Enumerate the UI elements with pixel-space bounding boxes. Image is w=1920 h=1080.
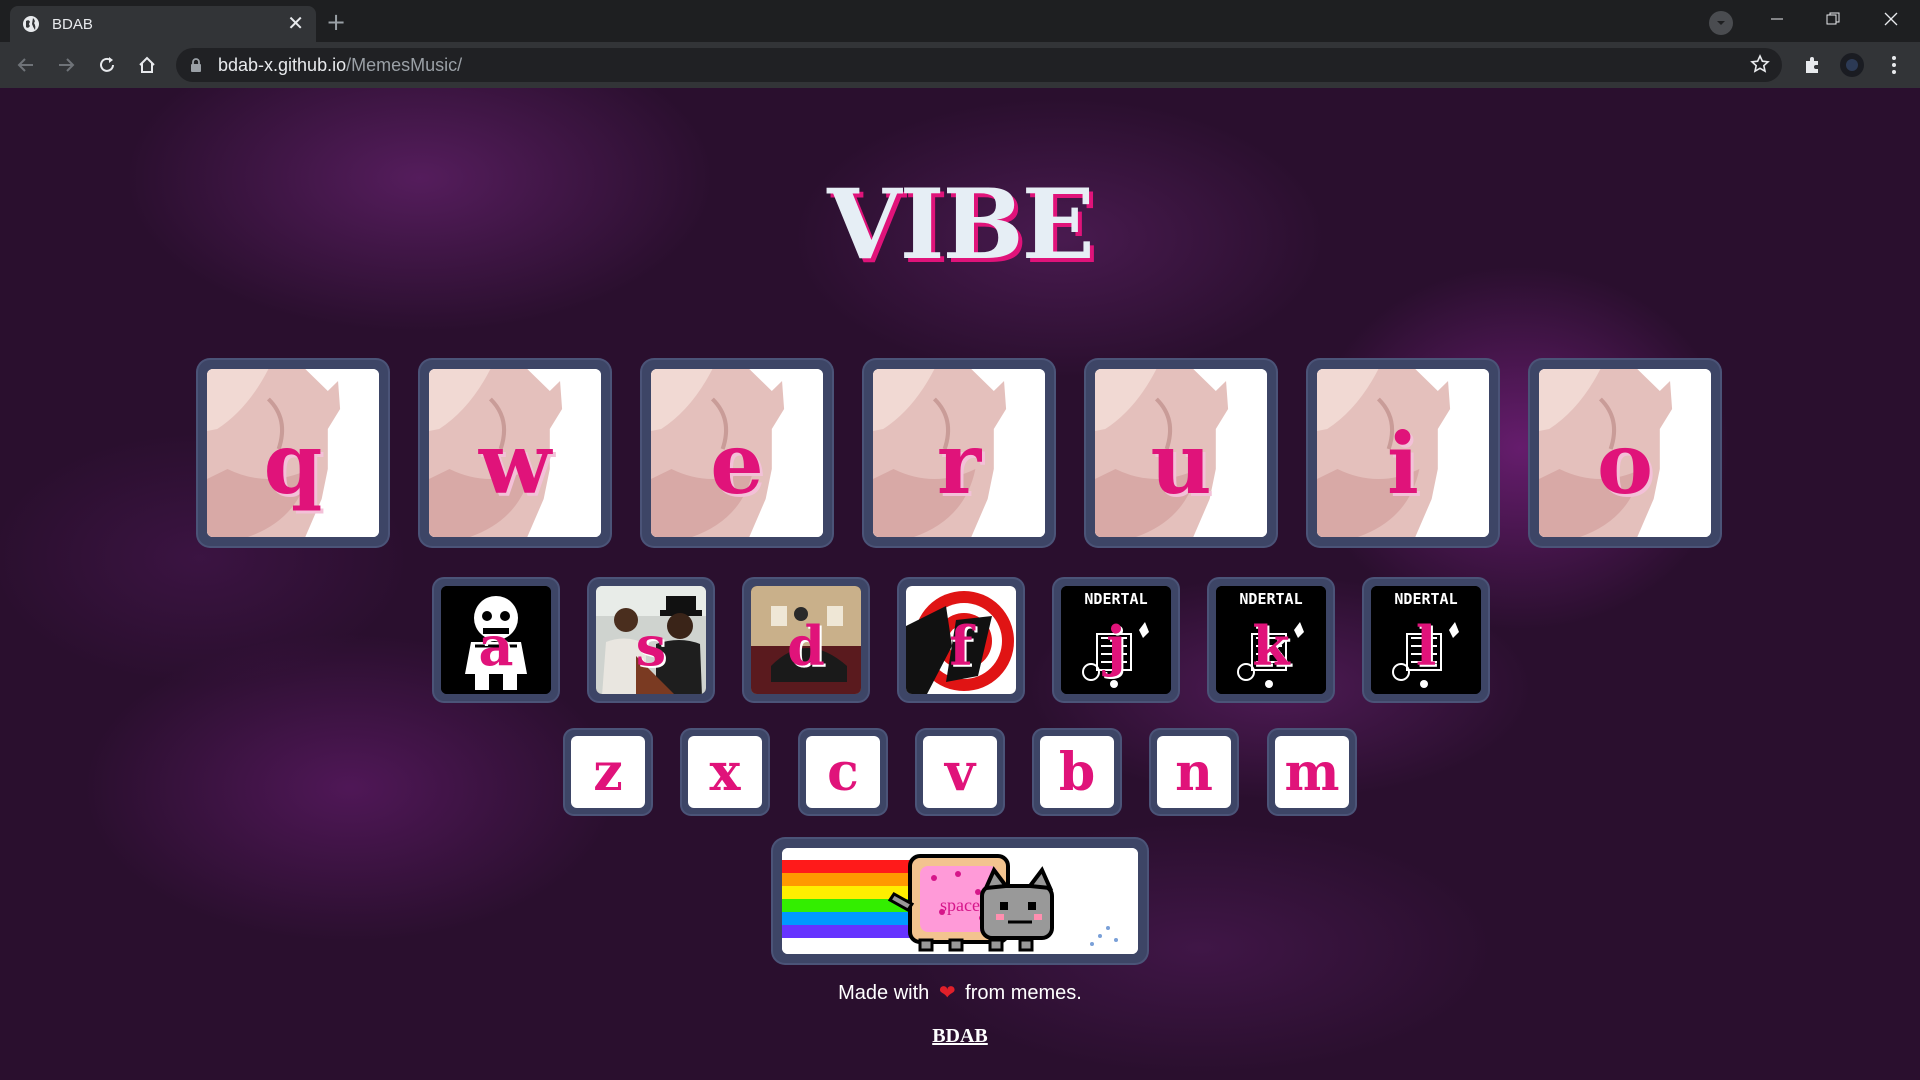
close-window-icon[interactable] (1868, 4, 1914, 34)
key-i[interactable]: i (1308, 360, 1498, 546)
key-label: n (1175, 741, 1213, 803)
key-label: c (827, 741, 859, 803)
avatar[interactable] (1838, 51, 1866, 79)
svg-text:NDERTAL: NDERTAL (1239, 590, 1302, 608)
key-s[interactable]: s (589, 579, 713, 701)
key-label: f (949, 614, 973, 678)
key-label: o (1596, 413, 1654, 513)
key-m[interactable]: m (1269, 730, 1355, 814)
key-o[interactable]: o (1530, 360, 1720, 546)
key-j[interactable]: NDERTAL j (1054, 579, 1178, 701)
footer-text: Made with ❤ from memes. (0, 980, 1920, 1005)
nyan-cat-image: space (782, 848, 1138, 954)
key-r[interactable]: r (864, 360, 1054, 546)
key-c[interactable]: c (800, 730, 886, 814)
bookmark-star-icon[interactable] (1750, 54, 1770, 74)
url-path: /MemesMusic/ (346, 54, 463, 75)
key-label: q (263, 413, 323, 513)
tab-title: BDAB (52, 15, 93, 33)
extensions-puzzle-icon[interactable] (1798, 51, 1826, 79)
key-label: v (944, 741, 976, 803)
browser-tab[interactable]: BDAB ✕ (10, 6, 316, 42)
profile-menu-icon[interactable] (1709, 11, 1733, 35)
globe-icon (22, 15, 40, 33)
key-label: j (1106, 614, 1126, 678)
key-n[interactable]: n (1151, 730, 1237, 814)
address-bar[interactable]: bdab-x.github.io/MemesMusic/ (176, 48, 1782, 82)
page-content: VIBE q w e r u i o a s d f NDERTAL j NDE… (0, 88, 1920, 1080)
heart-icon: ❤ (938, 982, 956, 1004)
key-e[interactable]: e (642, 360, 832, 546)
restore-icon[interactable] (1810, 4, 1856, 34)
key-label: z (593, 741, 623, 803)
svg-text:NDERTAL: NDERTAL (1084, 590, 1147, 608)
key-f[interactable]: f (899, 579, 1023, 701)
key-q[interactable]: q (198, 360, 388, 546)
reload-icon[interactable] (93, 51, 121, 79)
footer-made-with: Made with (838, 982, 930, 1004)
forward-arrow-icon[interactable] (52, 51, 80, 79)
browser-tab-bar: BDAB ✕ + (0, 0, 1920, 42)
key-label: m (1284, 741, 1340, 803)
key-b[interactable]: b (1034, 730, 1120, 814)
key-v[interactable]: v (917, 730, 1003, 814)
bdab-link[interactable]: BDAB (0, 1025, 1920, 1048)
key-label: a (478, 614, 514, 678)
browser-toolbar: bdab-x.github.io/MemesMusic/ (0, 42, 1920, 88)
key-l[interactable]: NDERTAL l (1364, 579, 1488, 701)
key-label: i (1387, 413, 1419, 513)
lock-icon (190, 57, 204, 73)
new-tab-button[interactable]: + (320, 9, 352, 37)
footer-from-memes: from memes. (965, 982, 1082, 1004)
space-key-label: space (940, 894, 980, 915)
key-label: l (1415, 614, 1437, 678)
key-label: e (710, 413, 764, 513)
key-label: w (478, 413, 552, 513)
key-label: b (1058, 741, 1096, 803)
key-x[interactable]: x (682, 730, 768, 814)
key-label: k (1252, 614, 1290, 678)
key-d[interactable]: d (744, 579, 868, 701)
key-w[interactable]: w (420, 360, 610, 546)
url-host: bdab-x.github.io (218, 54, 347, 75)
key-label: s (635, 614, 667, 678)
key-label: x (709, 741, 741, 803)
space-key[interactable]: space (773, 839, 1147, 963)
more-menu-icon[interactable] (1880, 51, 1908, 79)
key-a[interactable]: a (434, 579, 558, 701)
key-label: r (936, 413, 982, 513)
key-label: u (1150, 413, 1212, 513)
page-title: VIBE (827, 168, 1095, 281)
tab-close-icon[interactable]: ✕ (287, 14, 304, 34)
home-icon[interactable] (133, 51, 161, 79)
key-u[interactable]: u (1086, 360, 1276, 546)
back-arrow-icon[interactable] (12, 51, 40, 79)
key-z[interactable]: z (565, 730, 651, 814)
key-k[interactable]: NDERTAL k (1209, 579, 1333, 701)
minimize-icon[interactable] (1754, 4, 1800, 34)
svg-text:NDERTAL: NDERTAL (1394, 590, 1457, 608)
key-label: d (787, 614, 825, 678)
